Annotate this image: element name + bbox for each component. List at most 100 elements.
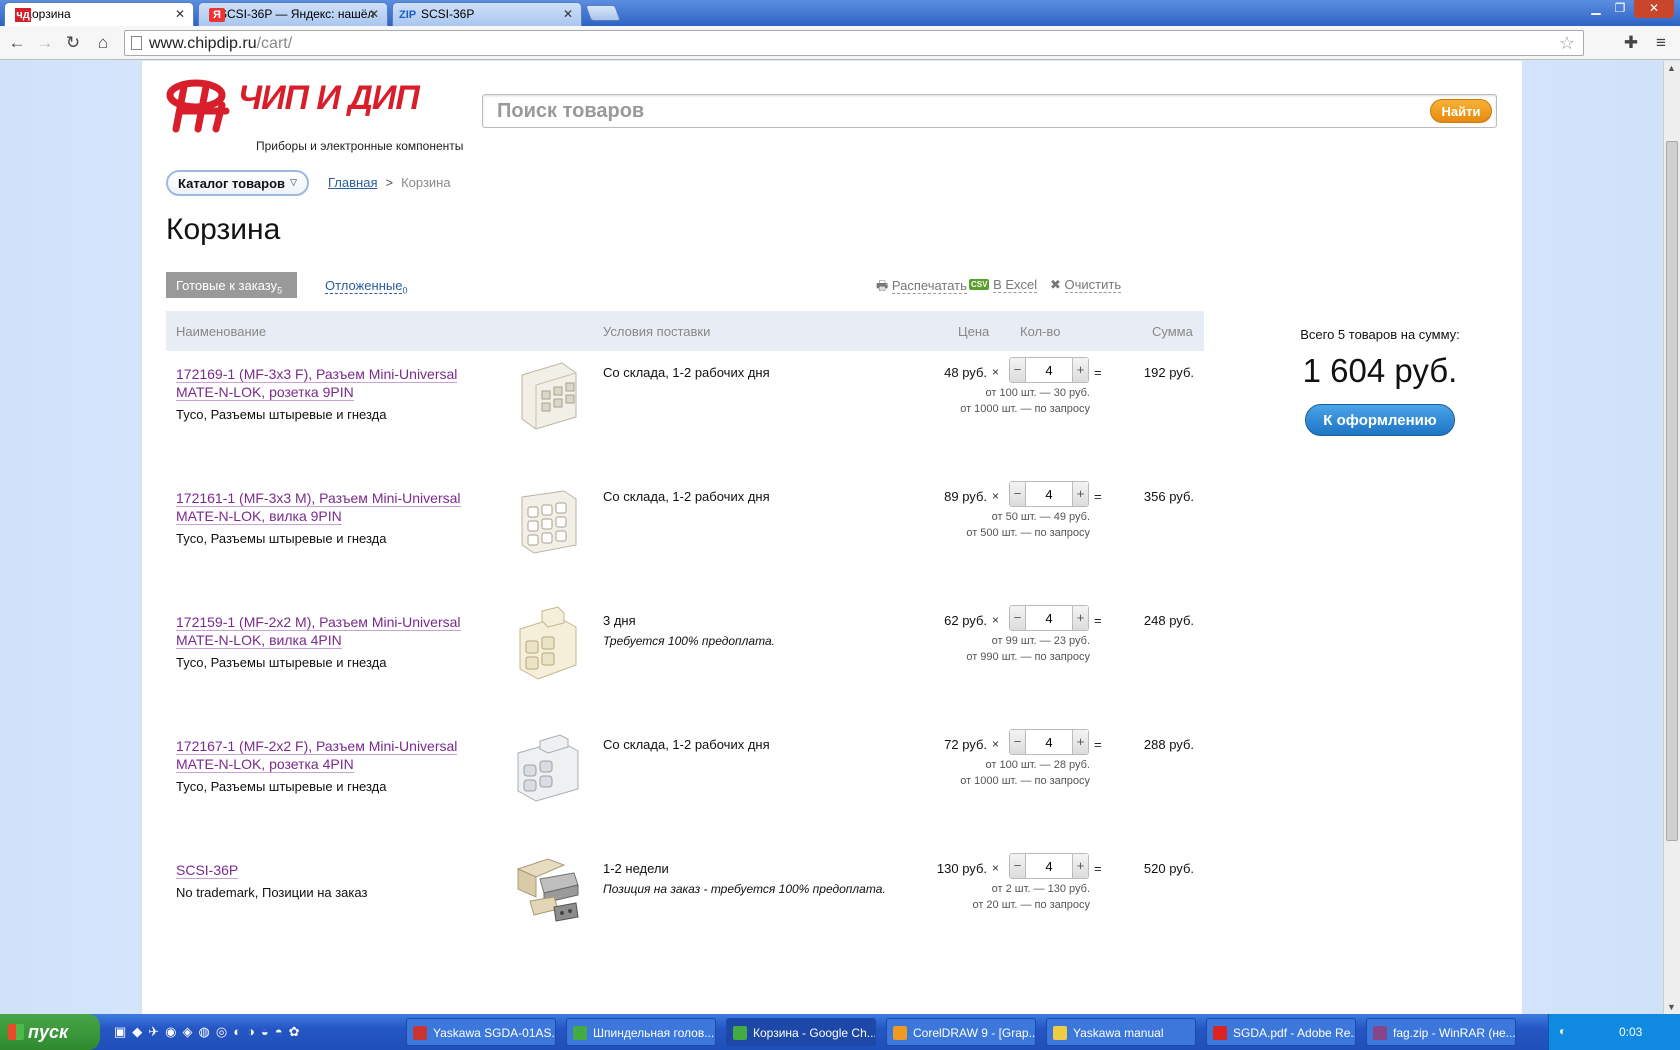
quantity-input[interactable]	[1027, 732, 1071, 752]
tab-ready-to-order[interactable]: Готовые к заказу5	[166, 272, 297, 298]
coreldraw-icon	[893, 1026, 907, 1040]
quantity-input[interactable]	[1027, 856, 1071, 876]
print-label: Распечатать	[891, 278, 967, 294]
breadcrumb-home-link[interactable]: Главная	[328, 175, 377, 190]
connector-9pin-plug-image[interactable]	[514, 479, 582, 559]
search-input[interactable]	[483, 95, 1383, 127]
decrement-button[interactable]: −	[1010, 482, 1026, 506]
restore-icon[interactable]: ❐	[1608, 0, 1632, 18]
tray-icon[interactable]: ◐	[1559, 1024, 1566, 1038]
taskbar-item[interactable]: SGDA.pdf - Adobe Re...	[1206, 1018, 1356, 1046]
page-title: Корзина	[166, 213, 281, 246]
decrement-button[interactable]: −	[1010, 854, 1026, 878]
taskbar-item[interactable]: Yaskawa SGDA-01AS...	[406, 1018, 556, 1046]
quantity-input[interactable]	[1027, 484, 1071, 504]
page-scrollbar[interactable]: ▲ ▼	[1663, 61, 1680, 1014]
increment-button[interactable]: +	[1072, 358, 1088, 382]
extension-puzzle-icon[interactable]: ✚	[1620, 32, 1642, 54]
scsi-connector-kit-image[interactable]	[514, 851, 582, 931]
delivery-terms: Со склада, 1-2 рабочих дня	[603, 489, 770, 504]
close-tab-icon[interactable]: ✕	[369, 7, 379, 21]
bookmark-star-icon[interactable]: ☆	[1559, 33, 1575, 54]
connector-4pin-plug-image[interactable]	[514, 603, 582, 683]
site-logo[interactable]: ЧИП И ДИП Приборы и электронные компонен…	[166, 75, 463, 153]
menu-icon[interactable]: ≡	[1650, 32, 1672, 54]
quantity-input[interactable]	[1027, 360, 1071, 380]
clear-label: Очистить	[1064, 277, 1122, 293]
product-link[interactable]: 172167-1 (MF-2x2 F), Разъем Mini-Univers…	[176, 737, 486, 773]
column-price: Цена	[958, 324, 990, 339]
logo-name: ЧИП И ДИП	[238, 79, 420, 117]
back-icon[interactable]: ←	[6, 32, 28, 54]
column-sum: Сумма	[1152, 324, 1193, 339]
logo-tagline: Приборы и электронные компоненты	[256, 139, 464, 153]
decrement-button[interactable]: −	[1010, 606, 1026, 630]
delivery-terms: Со склада, 1-2 рабочих дня	[603, 737, 770, 752]
close-icon: ✖	[1050, 277, 1061, 292]
taskbar-item[interactable]: Корзина - Google Ch...	[726, 1018, 876, 1046]
tab-postponed[interactable]: Отложенные0	[325, 278, 407, 296]
unit-price: 72 руб.	[944, 737, 987, 752]
tab-label: Корзина	[25, 7, 71, 21]
clock: 0:03	[1619, 1025, 1643, 1039]
decrement-button[interactable]: −	[1010, 358, 1026, 382]
close-window-icon[interactable]: ✕	[1634, 0, 1674, 18]
close-tab-icon[interactable]: ✕	[175, 7, 185, 21]
price-tier: от 500 шт. — по запросу	[966, 527, 1090, 539]
chevron-down-icon: ▽	[290, 177, 297, 187]
tab-yandex[interactable]: Я SCSI-36P — Яндекс: нашёл ✕	[198, 2, 388, 26]
chrome-icon	[733, 1026, 747, 1040]
tab-ready-label: Готовые к заказу	[176, 278, 278, 293]
print-action[interactable]: 🖶 Распечатать	[876, 277, 967, 299]
decrement-button[interactable]: −	[1010, 730, 1026, 754]
new-tab-button[interactable]	[585, 5, 621, 21]
tab-cart[interactable]: чд Корзина ✕	[4, 2, 194, 26]
increment-button[interactable]: +	[1072, 730, 1088, 754]
connector-9pin-socket-image[interactable]	[514, 355, 582, 435]
unit-price: 89 руб.	[944, 489, 987, 504]
line-total: 356 руб.	[1143, 489, 1194, 504]
folder-icon	[1053, 1026, 1067, 1040]
excel-label: В Excel	[993, 277, 1038, 293]
scrollbar-thumb[interactable]	[1666, 141, 1678, 841]
unit-price: 48 руб.	[944, 365, 987, 380]
cart-row: 172159-1 (MF-2x2 M), Разъем Mini-Univers…	[166, 605, 1204, 737]
taskbar-item[interactable]: fag.zip - WinRAR (не...	[1366, 1018, 1516, 1046]
minimize-icon[interactable]: ▁	[1584, 0, 1608, 18]
increment-button[interactable]: +	[1072, 854, 1088, 878]
start-button[interactable]: пуск	[0, 1014, 100, 1050]
taskbar-item[interactable]: Шпиндельная голов...	[566, 1018, 716, 1046]
connector-4pin-socket-image[interactable]	[514, 727, 582, 807]
increment-button[interactable]: +	[1072, 482, 1088, 506]
clear-cart-action[interactable]: ✖ Очистить	[1050, 277, 1122, 293]
reload-icon[interactable]: ↻	[62, 32, 84, 54]
product-link[interactable]: 172159-1 (MF-2x2 M), Разъем Mini-Univers…	[176, 613, 486, 649]
increment-button[interactable]: +	[1072, 606, 1088, 630]
system-tray: ◐ 0:03	[1548, 1014, 1680, 1050]
product-link[interactable]: 172161-1 (MF-3x3 M), Разъем Mini-Univers…	[176, 489, 486, 525]
price-tier: от 990 шт. — по запросу	[966, 651, 1090, 663]
address-bar[interactable]: www.chipdip.ru/cart/ ☆	[124, 30, 1584, 56]
taskbar-item[interactable]: Yaskawa manual	[1046, 1018, 1196, 1046]
product-manufacturer: No trademark, Позиции на заказ	[176, 885, 368, 900]
export-excel-action[interactable]: CSV В Excel	[969, 277, 1038, 293]
scroll-down-icon[interactable]: ▼	[1667, 1002, 1676, 1012]
forward-icon[interactable]: →	[34, 32, 56, 54]
scroll-up-icon[interactable]: ▲	[1667, 63, 1676, 73]
checkout-button[interactable]: К оформлению	[1305, 404, 1455, 436]
product-link[interactable]: SCSI-36P	[176, 861, 486, 879]
product-manufacturer: Tyco, Разъемы штыревые и гнезда	[176, 779, 387, 794]
tab-scsi[interactable]: ZIP SCSI-36P ✕	[392, 2, 582, 26]
column-delivery: Условия поставки	[603, 324, 711, 339]
quantity-input[interactable]	[1027, 608, 1071, 628]
catalog-label: Каталог товаров	[178, 176, 286, 191]
taskbar-item[interactable]: CorelDRAW 9 - [Grap...	[886, 1018, 1036, 1046]
catalog-button[interactable]: Каталог товаров ▽	[166, 170, 309, 196]
breadcrumb-separator: >	[385, 175, 394, 190]
product-link[interactable]: 172169-1 (MF-3x3 F), Разъем Mini-Univers…	[176, 365, 486, 401]
search-button[interactable]: Найти	[1430, 99, 1492, 123]
home-icon[interactable]: ⌂	[92, 32, 114, 54]
quick-launch-icons[interactable]: ▣◆✈◉◈◍◎◐◑◒◓✿	[114, 1024, 306, 1040]
price-tier: от 100 шт. — 30 руб.	[985, 387, 1090, 399]
close-tab-icon[interactable]: ✕	[563, 7, 573, 21]
